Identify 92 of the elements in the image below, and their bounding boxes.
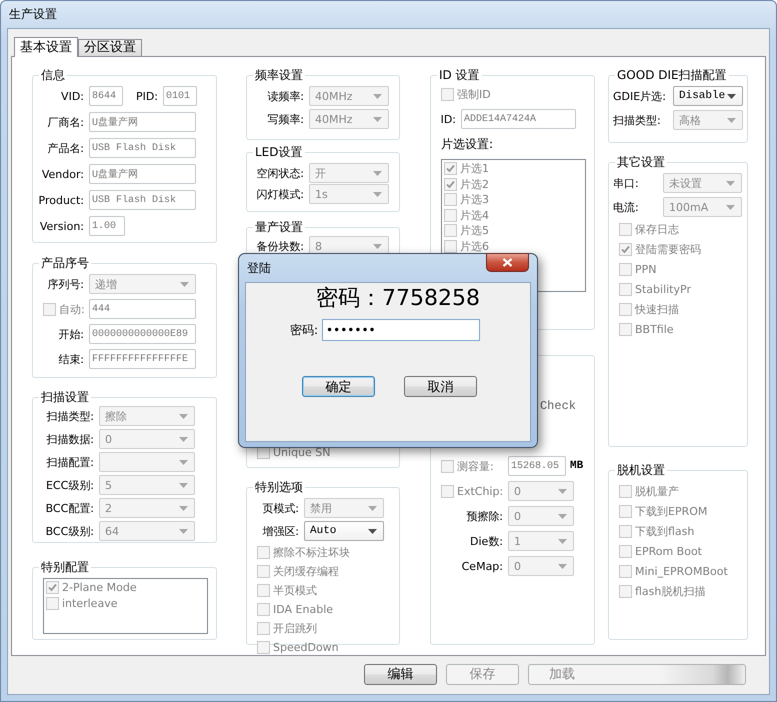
- field-label: Version:: [38, 220, 85, 232]
- checkbox[interactable]: 片选1: [444, 161, 583, 176]
- field-label: 开始:: [57, 326, 85, 342]
- field-label: 扫描数据:: [45, 432, 95, 446]
- field-label: 扫描类型:: [613, 112, 662, 128]
- group-title: GOOD DIE扫描配置: [616, 68, 728, 82]
- field-label: 电流:: [613, 200, 640, 214]
- group-title: 频率设置: [254, 68, 304, 82]
- checkbox[interactable]: 片选6: [444, 238, 583, 254]
- unit-label: MB: [570, 460, 584, 472]
- field-label: 产品名:: [46, 140, 85, 156]
- dropdown-arrow-icon: [373, 244, 382, 248]
- checkmark-icon: [621, 244, 630, 254]
- field-label: BCC级别:: [44, 524, 95, 538]
- checkbox[interactable]: 片选2: [444, 176, 583, 192]
- group-title: ID 设置: [438, 68, 481, 82]
- field-label: 备份块数:: [255, 238, 305, 254]
- group-title: 特别配置: [40, 560, 90, 574]
- field-label: 密码:: [290, 322, 318, 338]
- field-label: BCC配置:: [44, 500, 95, 516]
- dropdown-arrow-icon: [179, 482, 188, 488]
- dropdown-arrow-icon: [558, 488, 567, 494]
- close-button[interactable]: [486, 253, 529, 272]
- dropdown-arrow-icon: [179, 506, 188, 510]
- action-button[interactable]: 编辑: [364, 664, 437, 684]
- checkbox[interactable]: 片选3: [444, 192, 583, 208]
- checkbox-label: Check: [540, 399, 576, 413]
- dropdown[interactable]: Auto: [304, 521, 384, 541]
- field-label: VID:: [60, 90, 85, 102]
- close-icon: [502, 258, 513, 267]
- dropdown-arrow-icon: [727, 118, 736, 122]
- dropdown-arrow-icon: [373, 192, 382, 196]
- tab[interactable]: 分区设置: [78, 39, 142, 56]
- dialog-button[interactable]: 确定: [302, 376, 375, 397]
- dropdown-arrow-icon: [373, 170, 382, 176]
- field-label: 预擦除:: [465, 508, 504, 524]
- checkbox[interactable]: 片选5: [444, 223, 583, 238]
- field-label: 扫描类型:: [45, 408, 95, 424]
- checkbox[interactable]: interleave: [46, 596, 205, 611]
- password-hint: 密码：7758258: [316, 285, 480, 313]
- group-title: 量产设置: [254, 220, 304, 234]
- group-title: LED设置: [254, 145, 304, 159]
- group-title: 产品序号: [40, 256, 90, 270]
- group-title: 信息: [40, 68, 66, 82]
- window-title: 生产设置: [9, 6, 57, 23]
- section-label: 片选设置:: [441, 136, 494, 152]
- dropdown-arrow-icon: [373, 116, 382, 122]
- group-title: 扫描设置: [40, 390, 90, 404]
- password-field[interactable]: •••••••: [322, 319, 480, 341]
- field-label: CeMap:: [460, 560, 504, 572]
- field-label: ECC级别:: [44, 478, 95, 492]
- field-label: Die数:: [469, 534, 504, 548]
- field-label: PID:: [134, 90, 159, 102]
- dropdown-arrow-icon: [368, 506, 377, 510]
- field-label: 闪灯模式:: [255, 186, 305, 202]
- field-label: 结束:: [57, 352, 85, 366]
- dropdown-arrow-icon: [558, 564, 567, 568]
- checkbox[interactable]: 片选4: [444, 208, 583, 223]
- group-title: 其它设置: [616, 155, 666, 169]
- dropdown-arrow-icon: [180, 282, 189, 286]
- field-label: ID:: [440, 112, 457, 126]
- checkbox[interactable]: 2-Plane Mode: [46, 580, 205, 596]
- group-title: 脱机设置: [616, 463, 666, 477]
- field-label: Product:: [38, 194, 85, 206]
- field-label: 写频率:: [266, 112, 305, 126]
- field-label: 序列号:: [46, 276, 85, 292]
- dropdown-arrow-icon: [558, 538, 567, 544]
- group-title: 特别选项: [254, 480, 304, 494]
- tab[interactable]: 基本设置: [14, 37, 78, 57]
- dropdown-arrow-icon: [179, 414, 188, 418]
- field-label: 增强区:: [261, 524, 300, 538]
- field-label: 空闲状态:: [255, 166, 305, 180]
- field-label: 页模式:: [261, 500, 300, 516]
- dialog-button[interactable]: 取消: [404, 376, 477, 397]
- dropdown-arrow-icon: [727, 94, 736, 98]
- dropdown[interactable]: Disable: [673, 86, 743, 106]
- dropdown-arrow-icon: [179, 436, 188, 442]
- dropdown-arrow-icon: [726, 180, 735, 186]
- dialog-title: 登陆: [247, 260, 271, 277]
- dropdown-arrow-icon: [368, 528, 377, 534]
- field-label: 读频率:: [266, 88, 305, 104]
- checkmark-icon: [48, 583, 57, 592]
- field-label: 厂商名:: [46, 114, 85, 130]
- field-label: 串口:: [613, 176, 640, 190]
- dropdown-arrow-icon: [179, 528, 188, 534]
- field-label: 扫描配置:: [45, 454, 95, 470]
- dropdown-arrow-icon: [179, 460, 188, 464]
- field-label: Vendor:: [40, 168, 85, 180]
- dropdown-arrow-icon: [373, 94, 382, 98]
- field-label: GDIE片选:: [613, 88, 667, 104]
- dropdown-arrow-icon: [558, 514, 567, 518]
- dropdown-arrow-icon: [726, 204, 735, 210]
